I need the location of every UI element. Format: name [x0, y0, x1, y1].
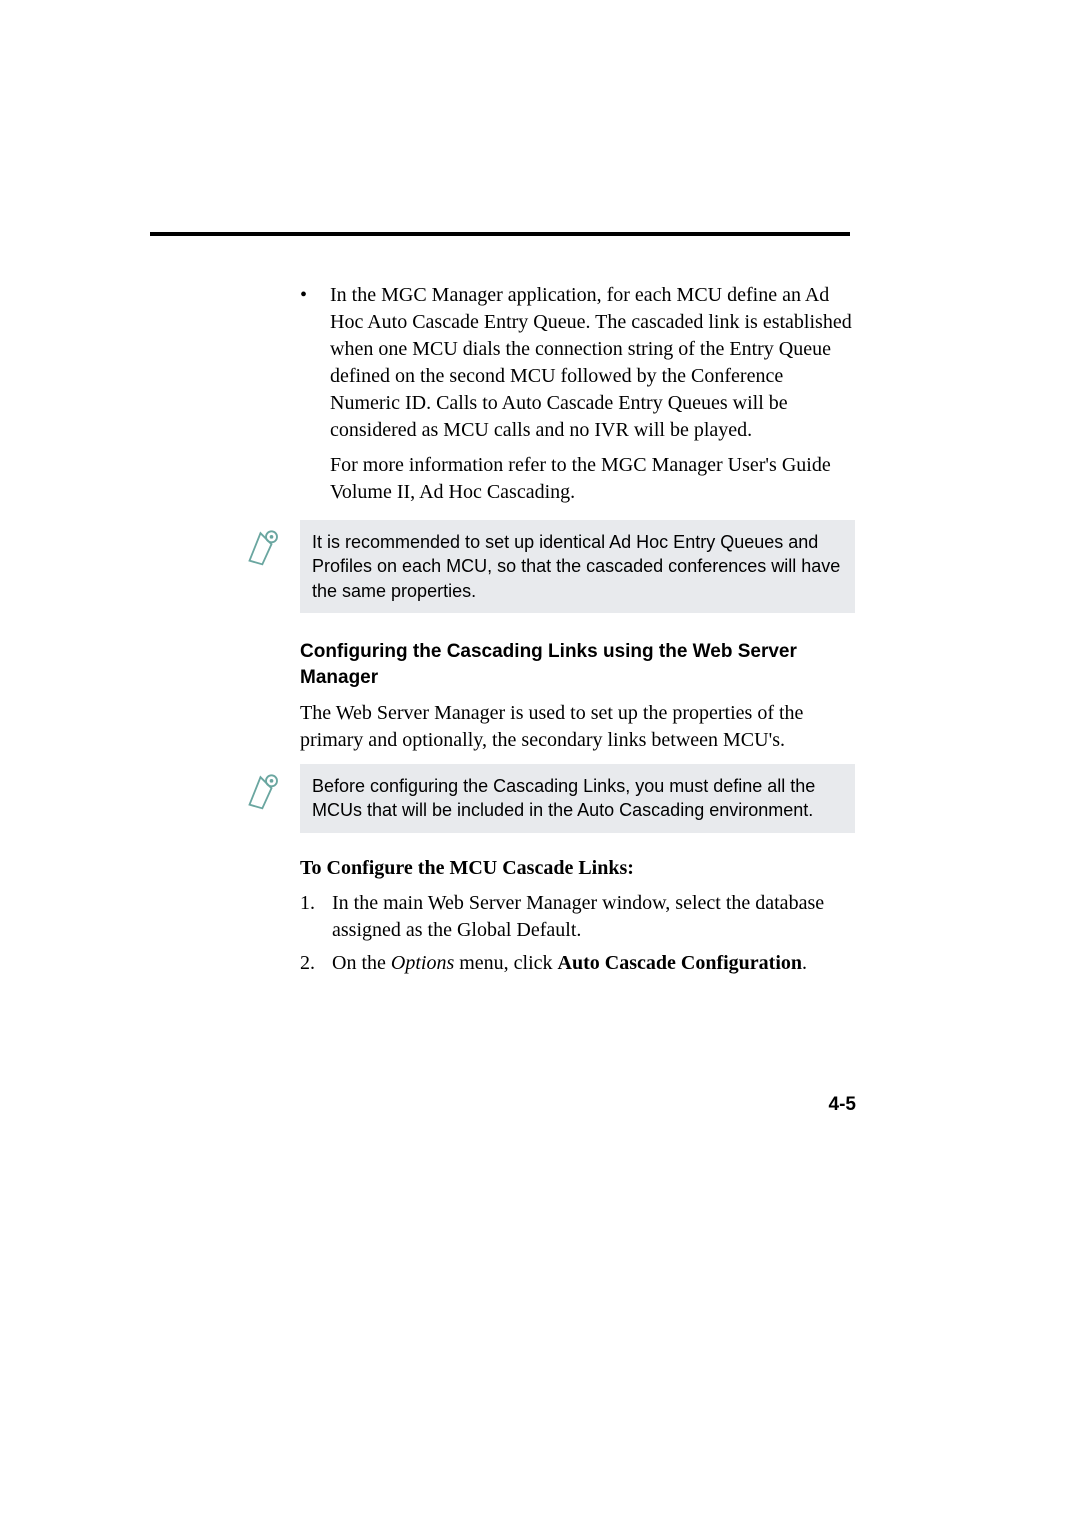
- step2-italic: Options: [391, 952, 454, 974]
- step-number: 1.: [300, 890, 332, 944]
- note-text-1: It is recommended to set up identical Ad…: [312, 532, 840, 601]
- header-rule: [150, 232, 850, 236]
- note-block-2: Before configuring the Cascading Links, …: [0, 764, 1080, 833]
- note-body-col: Before configuring the Cascading Links, …: [300, 764, 855, 833]
- step2-mid: menu, click: [454, 952, 557, 974]
- note-gutter: [0, 764, 300, 833]
- note-text-2: Before configuring the Cascading Links, …: [312, 776, 815, 820]
- step-row-2: 2. On the Options menu, click Auto Casca…: [300, 950, 855, 977]
- body-column: To Configure the MCU Cascade Links: 1. I…: [300, 833, 855, 983]
- bullet-mark: •: [300, 282, 330, 506]
- step-row-1: 1. In the main Web Server Manager window…: [300, 890, 855, 944]
- step2-prefix: On the: [332, 952, 391, 974]
- section-paragraph: The Web Server Manager is used to set up…: [300, 700, 855, 754]
- bullet-body: In the MGC Manager application, for each…: [330, 284, 852, 441]
- step2-bold: Auto Cascade Configuration: [558, 952, 802, 974]
- step-text: In the main Web Server Manager window, s…: [332, 890, 855, 944]
- procedure-heading: To Configure the MCU Cascade Links:: [300, 855, 855, 882]
- body-column: • In the MGC Manager application, for ea…: [300, 282, 855, 506]
- note-icon: [244, 524, 288, 568]
- note-body-col: It is recommended to set up identical Ad…: [300, 520, 855, 613]
- note-block-1: It is recommended to set up identical Ad…: [0, 520, 1080, 613]
- bullet-block: • In the MGC Manager application, for ea…: [0, 282, 1080, 506]
- procedure-block: To Configure the MCU Cascade Links: 1. I…: [0, 833, 1080, 983]
- gutter: [0, 613, 300, 764]
- note-box-1: It is recommended to set up identical Ad…: [300, 520, 855, 613]
- step2-suffix: .: [802, 952, 807, 974]
- body-column: Configuring the Cascading Links using th…: [300, 613, 855, 764]
- page-number: 4-5: [829, 1094, 856, 1116]
- section-heading: Configuring the Cascading Links using th…: [300, 639, 855, 690]
- note-box-2: Before configuring the Cascading Links, …: [300, 764, 855, 833]
- step-text: On the Options menu, click Auto Cascade …: [332, 950, 855, 977]
- step-number: 2.: [300, 950, 332, 977]
- bullet-item: • In the MGC Manager application, for ea…: [300, 282, 855, 506]
- page-content: • In the MGC Manager application, for ea…: [0, 282, 1080, 983]
- gutter: [0, 833, 300, 983]
- note-gutter: [0, 520, 300, 613]
- note-icon: [244, 768, 288, 812]
- bullet-subtext: For more information refer to the MGC Ma…: [330, 452, 855, 506]
- section-block: Configuring the Cascading Links using th…: [0, 613, 1080, 764]
- gutter: [0, 282, 300, 506]
- document-page: • In the MGC Manager application, for ea…: [0, 0, 1080, 1528]
- bullet-text: In the MGC Manager application, for each…: [330, 282, 855, 506]
